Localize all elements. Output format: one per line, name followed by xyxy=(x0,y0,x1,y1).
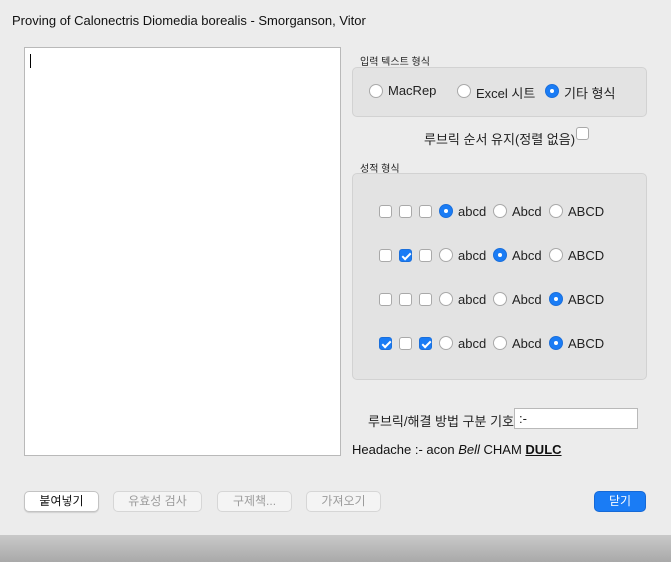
example-prefix: Headache :- acon xyxy=(352,442,459,457)
grade-row3-radio-upper[interactable] xyxy=(549,292,563,306)
grade-row1-check2[interactable] xyxy=(399,205,412,218)
grade-row1-check3[interactable] xyxy=(419,205,432,218)
grade-row2-check1[interactable] xyxy=(379,249,392,262)
grade-row3-check2[interactable] xyxy=(399,293,412,306)
grade-row3-lower-label: abcd xyxy=(458,292,487,307)
grade-row4-radio-capital[interactable] xyxy=(493,336,507,350)
grade-row4-check2[interactable] xyxy=(399,337,412,350)
grade-row4-upper-label: ABCD xyxy=(568,336,605,351)
keep-order-checkbox[interactable] xyxy=(576,127,589,140)
grade-row2-radio-capital[interactable] xyxy=(493,248,507,262)
example-underlined: DULC xyxy=(525,442,562,457)
grade-row2-check2[interactable] xyxy=(399,249,412,262)
window-title: Proving of Calonectris Diomedia borealis… xyxy=(12,13,366,28)
grade-row3-check3[interactable] xyxy=(419,293,432,306)
separator-label: 루브릭/해결 방법 구분 기호 xyxy=(368,414,515,429)
text-caret xyxy=(30,54,31,68)
grade-row1-check1[interactable] xyxy=(379,205,392,218)
example-italic: Bell xyxy=(458,442,480,457)
grade-row4-check1[interactable] xyxy=(379,337,392,350)
grade-row4-radio-lower[interactable] xyxy=(439,336,453,350)
grade-row2-capital-label: Abcd xyxy=(512,248,542,263)
keep-order-label: 루브릭 순서 유지(정렬 없음) xyxy=(424,132,576,147)
grade-row1-radio-capital[interactable] xyxy=(493,204,507,218)
example-middle: CHAM xyxy=(479,442,526,457)
import-button[interactable]: 가져오기 xyxy=(306,491,381,512)
close-button[interactable]: 닫기 xyxy=(594,491,646,512)
input-format-label: 입력 텍스트 형식 xyxy=(360,57,430,68)
separator-example: Headache :- acon Bell CHAM DULC xyxy=(352,442,562,457)
grade-row3-check1[interactable] xyxy=(379,293,392,306)
grade-row1-lower-label: abcd xyxy=(458,204,487,219)
grade-row2-radio-upper[interactable] xyxy=(549,248,563,262)
paste-text-area[interactable] xyxy=(24,47,341,456)
radio-excel[interactable] xyxy=(457,84,471,98)
grade-row3-radio-capital[interactable] xyxy=(493,292,507,306)
window-bottom-bar xyxy=(0,535,671,562)
grade-row2-radio-lower[interactable] xyxy=(439,248,453,262)
grade-row3-capital-label: Abcd xyxy=(512,292,542,307)
grade-row3-upper-label: ABCD xyxy=(568,292,605,307)
radio-macrep[interactable] xyxy=(369,84,383,98)
grade-row1-upper-label: ABCD xyxy=(568,204,605,219)
grade-row4-check3[interactable] xyxy=(419,337,432,350)
grade-row4-radio-upper[interactable] xyxy=(549,336,563,350)
grade-row2-check3[interactable] xyxy=(419,249,432,262)
radio-other[interactable] xyxy=(545,84,559,98)
grade-row3-radio-lower[interactable] xyxy=(439,292,453,306)
radio-macrep-label: MacRep xyxy=(388,83,437,98)
separator-input[interactable] xyxy=(514,408,638,429)
grade-row4-capital-label: Abcd xyxy=(512,336,542,351)
validate-button[interactable]: 유효성 검사 xyxy=(113,491,202,512)
remedies-button[interactable]: 구제책... xyxy=(217,491,292,512)
radio-excel-label: Excel 시트 xyxy=(476,86,536,101)
grade-row2-upper-label: ABCD xyxy=(568,248,605,263)
grade-row1-capital-label: Abcd xyxy=(512,204,542,219)
grade-row1-radio-upper[interactable] xyxy=(549,204,563,218)
grade-row2-lower-label: abcd xyxy=(458,248,487,263)
paste-button[interactable]: 붙여넣기 xyxy=(24,491,99,512)
radio-other-label: 기타 형식 xyxy=(564,86,616,101)
grade-row4-lower-label: abcd xyxy=(458,336,487,351)
grade-row1-radio-lower[interactable] xyxy=(439,204,453,218)
